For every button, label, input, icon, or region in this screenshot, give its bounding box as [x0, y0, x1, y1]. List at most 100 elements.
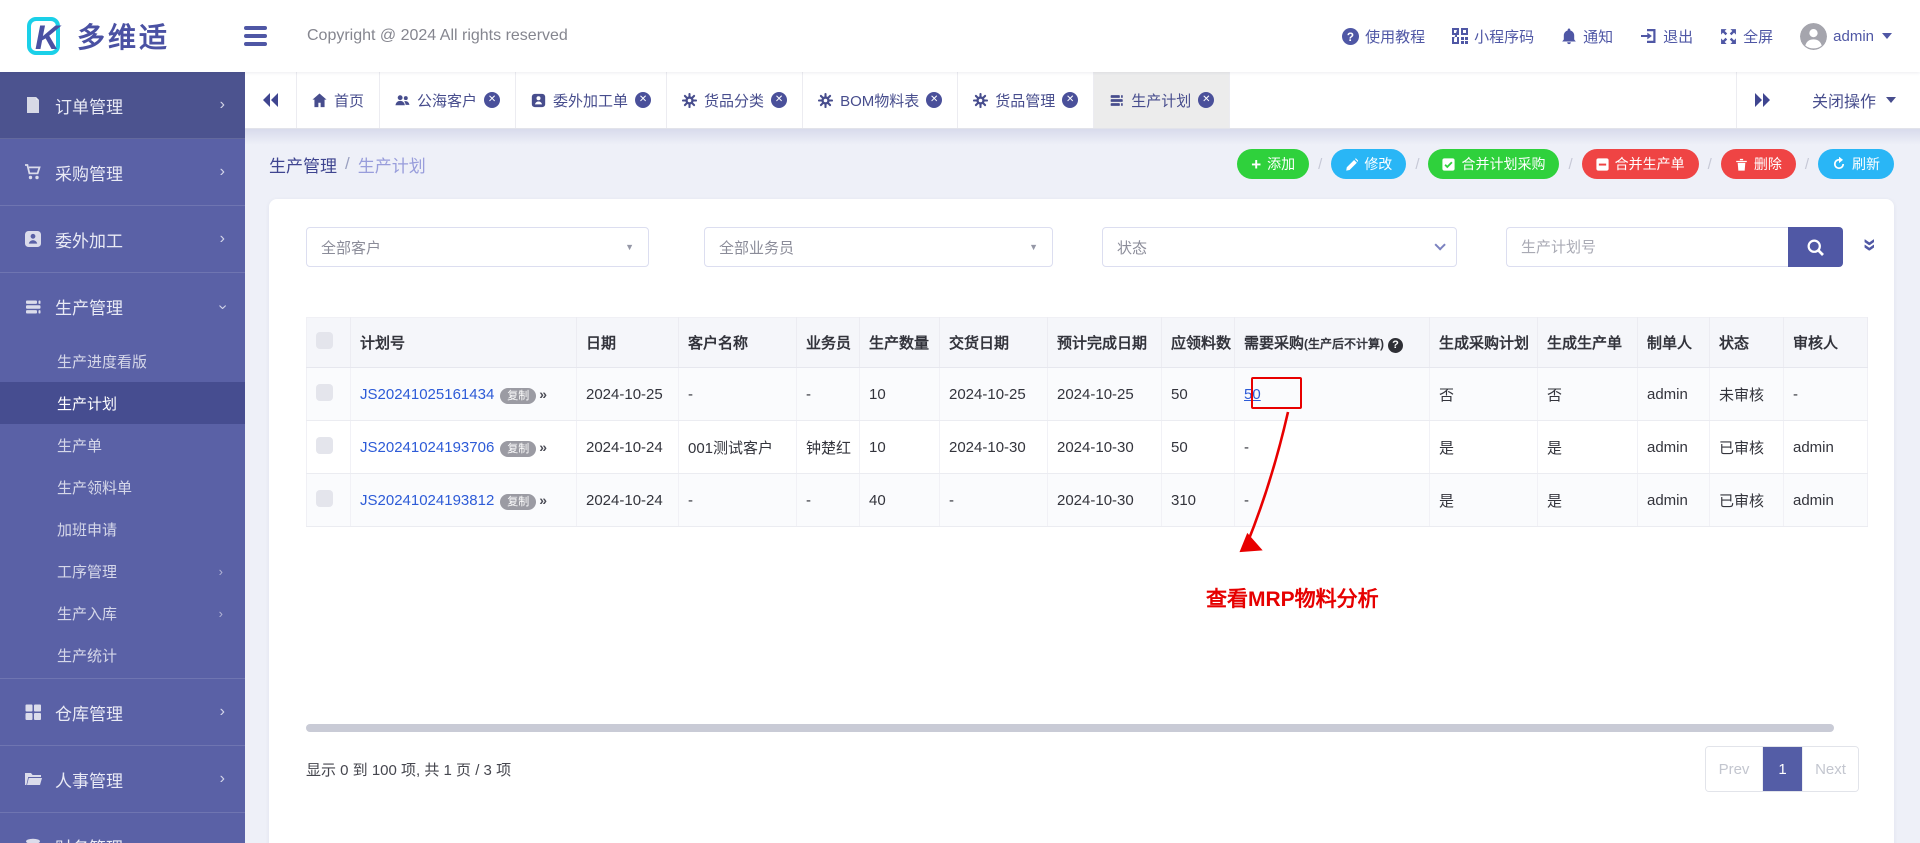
- tabs-scroll-right-icon[interactable]: [1735, 72, 1788, 128]
- salesman-select[interactable]: 全部业务员 ▼: [704, 227, 1053, 267]
- cell-salesman: 钟楚红: [796, 420, 860, 474]
- purchase-col-sub: (生产后不计算): [1304, 337, 1385, 351]
- sidebar-item-orders[interactable]: 订单管理 ›: [0, 72, 245, 139]
- copy-badge[interactable]: 复制: [500, 387, 537, 404]
- cell-status: 未审核: [1709, 367, 1784, 421]
- prev-page-button[interactable]: Prev: [1706, 747, 1762, 791]
- sidebar-sub-production-order[interactable]: 生产单: [0, 424, 245, 466]
- plan-no-search-group: [1506, 227, 1843, 267]
- sidebar-item-production[interactable]: 生产管理 ›: [0, 273, 245, 340]
- sidebar-item-outsourcing[interactable]: 委外加工 ›: [0, 206, 245, 273]
- copy-badge[interactable]: 复制: [500, 440, 537, 457]
- plan-no-link[interactable]: JS20241024193706: [360, 439, 494, 456]
- tab-goods-category[interactable]: 货品分类 ✕: [667, 72, 804, 128]
- tab-close-icon[interactable]: ✕: [926, 92, 943, 108]
- expand-filters-icon[interactable]: «: [1855, 238, 1882, 251]
- miniprogram-qr-link[interactable]: 小程序码: [1452, 26, 1534, 47]
- hamburger-menu-icon[interactable]: [244, 26, 267, 46]
- search-button[interactable]: [1788, 227, 1843, 267]
- sidebar-item-purchasing[interactable]: 采购管理 ›: [0, 139, 245, 206]
- sidebar-item-finance[interactable]: 财务管理 ›: [0, 813, 245, 843]
- page-1-button[interactable]: 1: [1762, 747, 1802, 791]
- sidebar-item-warehouse[interactable]: 仓库管理 ›: [0, 679, 245, 746]
- expand-row-icon[interactable]: »: [539, 439, 547, 455]
- col-qty: 生产数量: [859, 317, 940, 368]
- customer-select[interactable]: 全部客户 ▼: [306, 227, 649, 267]
- select-all-checkbox[interactable]: [316, 332, 333, 349]
- tab-close-icon[interactable]: ✕: [635, 92, 652, 108]
- logout-link[interactable]: 退出: [1640, 26, 1693, 47]
- sidebar-item-hr[interactable]: 人事管理 ›: [0, 746, 245, 813]
- submenu-label: 生产计划: [57, 395, 118, 413]
- plan-no-input[interactable]: [1506, 227, 1788, 267]
- sidebar-sub-production-stats[interactable]: 生产统计: [0, 634, 245, 676]
- tab-outsourcing-order[interactable]: 委外加工单 ✕: [516, 72, 668, 128]
- delete-label: 删除: [1753, 156, 1782, 172]
- copy-badge[interactable]: 复制: [500, 493, 537, 510]
- delete-button[interactable]: 删除: [1720, 149, 1796, 179]
- tab-home[interactable]: 首页: [297, 72, 381, 128]
- add-button[interactable]: + 添加: [1237, 149, 1310, 179]
- row-checkbox[interactable]: [316, 489, 333, 507]
- cell-status: 已审核: [1709, 420, 1784, 474]
- cell-gen-purchase: 是: [1429, 473, 1538, 527]
- cell-est-finish: 2024-10-25: [1047, 367, 1162, 421]
- cell-creator: admin: [1637, 420, 1710, 474]
- merge-production-order-button[interactable]: 合并生产单: [1581, 149, 1699, 179]
- tab-close-icon[interactable]: ✕: [1198, 92, 1215, 108]
- sidebar-sub-production-inbound[interactable]: 生产入库 ›: [0, 592, 245, 634]
- mrp-analysis-link[interactable]: 50: [1244, 386, 1261, 403]
- breadcrumb-separator: /: [345, 154, 350, 173]
- sidebar-item-label: 仓库管理: [55, 704, 123, 724]
- tabs-scroll-left-icon[interactable]: [245, 72, 297, 128]
- tab-production-plan[interactable]: 生产计划 ✕: [1094, 72, 1231, 128]
- sidebar-sub-overtime-request[interactable]: 加班申请: [0, 508, 245, 550]
- expand-row-icon[interactable]: »: [539, 386, 547, 402]
- gear-icon: [682, 92, 698, 108]
- row-checkbox[interactable]: [316, 383, 333, 401]
- plan-no-link[interactable]: JS20241025161434: [360, 386, 494, 403]
- help-circle-icon[interactable]: ?: [1388, 338, 1404, 353]
- tab-close-icon[interactable]: ✕: [484, 92, 501, 108]
- tab-public-customers[interactable]: 公海客户 ✕: [380, 72, 517, 128]
- cell-material-qty: 310: [1161, 473, 1235, 527]
- chevron-right-icon: ›: [219, 96, 225, 113]
- production-plan-table: 计划号 日期 客户名称 业务员 生产数量 交货日期 预计完成日期 应领料数 需要…: [306, 317, 1868, 527]
- cell-customer: -: [678, 473, 797, 527]
- edit-button[interactable]: 修改: [1331, 149, 1407, 179]
- tab-close-icon[interactable]: ✕: [1062, 92, 1079, 108]
- notifications-link[interactable]: 通知: [1561, 26, 1613, 47]
- sidebar-sub-progress-board[interactable]: 生产进度看版: [0, 340, 245, 382]
- next-page-button[interactable]: Next: [1802, 747, 1858, 791]
- cell-creator: admin: [1637, 473, 1710, 527]
- submenu-label: 生产领料单: [57, 479, 133, 497]
- app-logo[interactable]: K 多维适: [0, 16, 230, 56]
- row-checkbox[interactable]: [316, 436, 333, 454]
- qr-code-icon: [1452, 28, 1469, 44]
- user-menu[interactable]: admin: [1800, 22, 1892, 50]
- submenu-label: 生产进度看版: [57, 353, 148, 371]
- sidebar-sub-material-requisition[interactable]: 生产领料单: [0, 466, 245, 508]
- merge-purchase-plan-button[interactable]: 合并计划采购: [1428, 149, 1560, 179]
- refresh-button[interactable]: 刷新: [1818, 149, 1894, 179]
- expand-row-icon[interactable]: »: [539, 492, 547, 508]
- tab-label: 首页: [334, 92, 365, 110]
- col-delivery-date: 交货日期: [939, 317, 1048, 368]
- horizontal-scrollbar[interactable]: [306, 724, 1834, 732]
- svg-text:?: ?: [1347, 30, 1354, 43]
- tab-goods-management[interactable]: 货品管理 ✕: [958, 72, 1095, 128]
- status-select[interactable]: 状态: [1102, 227, 1457, 267]
- tab-close-icon[interactable]: ✕: [771, 92, 788, 108]
- help-link[interactable]: ? 使用教程: [1342, 26, 1425, 47]
- tab-bom-materials[interactable]: BOM物料表 ✕: [803, 72, 959, 128]
- breadcrumb-section[interactable]: 生产管理: [269, 152, 337, 177]
- refresh-icon: [1833, 157, 1845, 170]
- close-operations-menu[interactable]: 关闭操作: [1788, 72, 1920, 128]
- sidebar-sub-production-plan[interactable]: 生产计划: [0, 382, 245, 424]
- salesman-select-value: 全部业务员: [719, 239, 795, 257]
- cell-gen-purchase: 是: [1429, 420, 1538, 474]
- plan-no-link[interactable]: JS20241024193812: [360, 492, 494, 509]
- status-select-value: 状态: [1117, 239, 1148, 257]
- fullscreen-link[interactable]: 全屏: [1720, 26, 1773, 47]
- sidebar-sub-process-management[interactable]: 工序管理 ›: [0, 550, 245, 592]
